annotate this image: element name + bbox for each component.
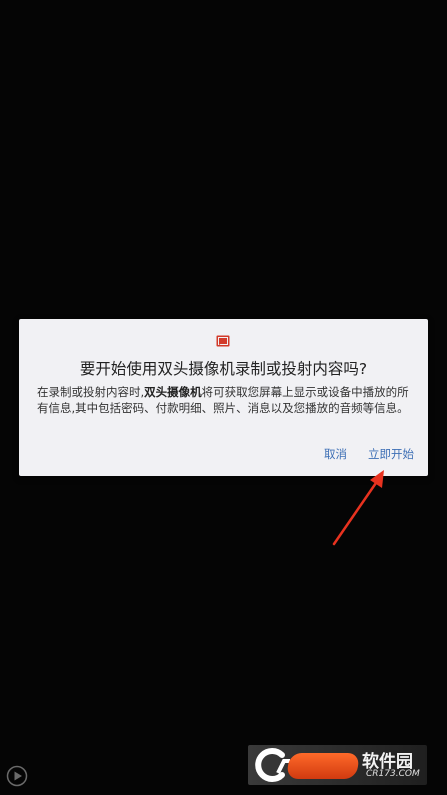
dialog-message: 在录制或投射内容时,双头摄像机将可获取您屏幕上显示或设备中播放的所有信息,其中包… [37,385,412,416]
dialog-title: 要开始使用双头摄像机录制或投射内容吗? [79,360,368,378]
cancel-button[interactable]: 取消 [324,446,347,462]
watermark-badge [286,753,360,779]
cast-icon [216,335,230,347]
annotation-arrow-icon [332,470,384,546]
screen-cast-permission-dialog: 要开始使用双头摄像机录制或投射内容吗? 在录制或投射内容时,双头摄像机将可获取您… [19,319,428,476]
watermark: 软件园 CR173.COM [248,745,427,785]
watermark-url: CR173.COM [366,769,420,779]
watermark-logo-icon [255,748,290,782]
play-icon[interactable] [6,765,28,787]
dialog-message-prefix: 在录制或投射内容时, [37,385,145,399]
screen: 要开始使用双头摄像机录制或投射内容吗? 在录制或投射内容时,双头摄像机将可获取您… [0,0,447,795]
start-now-button[interactable]: 立即开始 [368,446,414,462]
app-name: 双头摄像机 [144,385,202,399]
